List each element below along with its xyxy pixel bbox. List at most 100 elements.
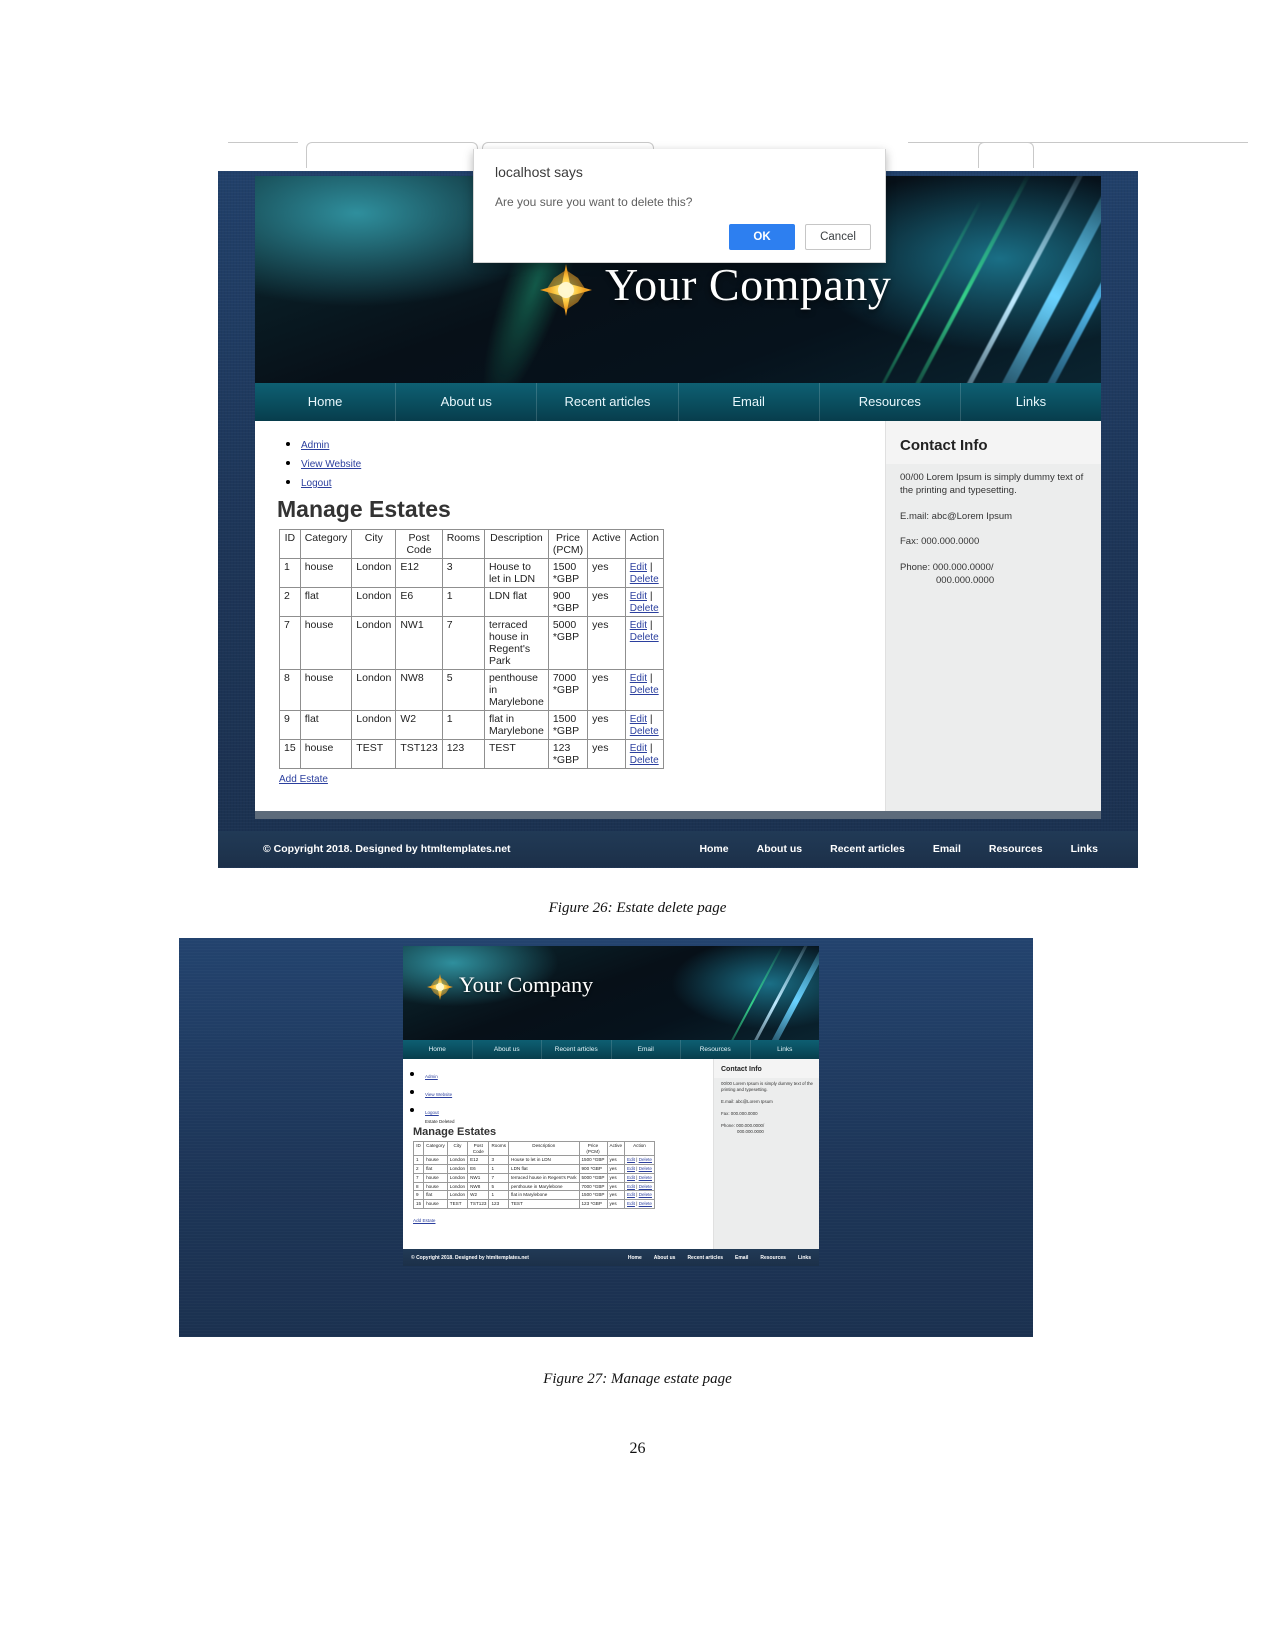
footer-link-resources[interactable]: Resources	[760, 1255, 786, 1261]
delete-link[interactable]: Delete	[630, 574, 659, 585]
nav-item-email[interactable]: Email	[679, 383, 820, 421]
nav-item-home[interactable]: Home	[255, 383, 397, 421]
delete-link[interactable]: Delete	[630, 632, 659, 643]
edit-link[interactable]: Edit	[630, 714, 647, 725]
browser-tab[interactable]	[306, 142, 478, 168]
main-column-small: Admin View Website Logout Estate Deleted…	[403, 1059, 713, 1249]
footer-links: Home About us Recent articles Email Reso…	[699, 843, 1098, 855]
cancel-button[interactable]: Cancel	[805, 224, 871, 250]
edit-link[interactable]: Edit	[627, 1192, 635, 1197]
edit-link[interactable]: Edit	[630, 743, 647, 754]
cell-rooms: 1	[488, 1164, 510, 1174]
edit-link[interactable]: Edit	[627, 1184, 635, 1189]
footer-link-recent-articles[interactable]: Recent articles	[830, 843, 905, 855]
footer-link-resources[interactable]: Resources	[989, 843, 1043, 855]
footer-link-about-us[interactable]: About us	[757, 843, 803, 855]
cell-post-code: W2	[395, 710, 443, 740]
cell-price: 1500 *GBP	[547, 710, 589, 740]
footer-link-email[interactable]: Email	[735, 1255, 748, 1261]
cell-action: Edit | Delete	[624, 739, 664, 769]
contact-info-sidebar: Contact Info 00/00 Lorem Ipsum is simply…	[885, 421, 1101, 811]
browser-tab[interactable]	[978, 142, 1034, 168]
edit-link[interactable]: Edit	[630, 620, 647, 631]
cell-category: house	[423, 1155, 448, 1166]
main-navigation: Home About us Recent articles Email Reso…	[255, 383, 1101, 421]
nav-item-resources[interactable]: Resources	[681, 1040, 751, 1059]
delete-link[interactable]: Delete	[630, 755, 659, 766]
footer-link-about-us[interactable]: About us	[654, 1255, 676, 1261]
cell-id: 7	[412, 1172, 425, 1183]
cell-rooms: 1	[441, 710, 485, 740]
delete-link[interactable]: Delete	[639, 1166, 652, 1171]
delete-link[interactable]: Delete	[639, 1175, 652, 1180]
edit-link[interactable]: Edit	[627, 1166, 635, 1171]
cell-action: Edit | Delete	[624, 558, 664, 588]
link-admin[interactable]: Admin	[425, 1074, 438, 1079]
ok-button[interactable]: OK	[729, 224, 795, 250]
nav-item-home[interactable]: Home	[403, 1040, 473, 1059]
figure-manage-estate-page: Your Company Home About us Recent articl…	[179, 938, 1033, 1337]
edit-link[interactable]: Edit	[630, 673, 647, 684]
cell-post-code: E6	[467, 1164, 490, 1174]
contact-phone: Phone: 000.000.0000/ 000.000.0000	[900, 562, 1089, 588]
table-header-row: ID Category City Post Code Rooms Descrip…	[279, 529, 664, 559]
delete-link[interactable]: Delete	[639, 1157, 652, 1162]
nav-item-about-us[interactable]: About us	[396, 383, 538, 421]
delete-link[interactable]: Delete	[639, 1201, 652, 1206]
cell-price: 1500 *GBP	[578, 1190, 608, 1201]
delete-link[interactable]: Delete	[630, 603, 659, 614]
nav-item-resources[interactable]: Resources	[820, 383, 961, 421]
nav-item-about-us[interactable]: About us	[473, 1040, 542, 1059]
cell-city: London	[351, 587, 397, 617]
cell-category: flat	[299, 587, 353, 617]
footer-link-links[interactable]: Links	[1071, 843, 1098, 855]
link-view-website[interactable]: View Website	[425, 1092, 452, 1097]
cell-city: London	[446, 1155, 469, 1166]
cell-category: flat	[423, 1190, 448, 1201]
delete-link[interactable]: Delete	[630, 726, 659, 737]
footer-link-home[interactable]: Home	[699, 843, 728, 855]
cell-rooms: 5	[488, 1181, 510, 1192]
delete-link[interactable]: Delete	[639, 1184, 652, 1189]
footer-link-recent-articles[interactable]: Recent articles	[687, 1255, 723, 1261]
estate-deleted-message: Estate Deleted	[425, 1119, 455, 1124]
add-estate-link[interactable]: Add Estate	[413, 1218, 435, 1223]
table-row: 9 flat London W2 1 flat in Marylebone 1500 *GB…	[279, 710, 664, 740]
table-row: 15 house TEST TST123 123 TEST 123 *GBP yes Edit …	[412, 1199, 655, 1209]
link-view-website[interactable]: View Website	[301, 459, 361, 470]
delete-link[interactable]: Delete	[639, 1192, 652, 1197]
edit-link[interactable]: Edit	[630, 591, 647, 602]
edit-link[interactable]: Edit	[627, 1175, 635, 1180]
nav-item-email[interactable]: Email	[612, 1040, 681, 1059]
cell-post-code: W2	[467, 1190, 490, 1201]
th-city: City	[446, 1140, 469, 1157]
nav-item-recent-articles[interactable]: Recent articles	[542, 1040, 612, 1059]
link-logout[interactable]: Logout	[425, 1110, 439, 1115]
cell-city: London	[351, 669, 397, 711]
cell-category: house	[423, 1181, 448, 1192]
cell-active: yes	[587, 616, 626, 670]
cell-description: penthouse in Marylebone	[483, 669, 549, 711]
figure-1-caption: Figure 26: Estate delete page	[548, 900, 727, 916]
cell-action: Edit | Delete	[624, 1172, 655, 1183]
cell-active: yes	[587, 669, 626, 711]
link-logout[interactable]: Logout	[301, 478, 332, 489]
nav-item-recent-articles[interactable]: Recent articles	[537, 383, 679, 421]
cell-rooms: 7	[488, 1172, 510, 1183]
nav-item-links[interactable]: Links	[751, 1040, 820, 1059]
banner-light-beam	[979, 176, 1101, 383]
add-estate-link[interactable]: Add Estate	[279, 774, 328, 785]
edit-link[interactable]: Edit	[627, 1157, 635, 1162]
footer-link-email[interactable]: Email	[933, 843, 961, 855]
nav-item-links[interactable]: Links	[961, 383, 1101, 421]
website-viewport: Your Company Home About us Recent articl…	[218, 171, 1138, 868]
banner-light-beam	[760, 946, 819, 1040]
edit-link[interactable]: Edit	[630, 562, 647, 573]
link-admin[interactable]: Admin	[301, 440, 329, 451]
edit-link[interactable]: Edit	[627, 1201, 635, 1206]
estates-table: ID Category City Post Code Rooms Descrip…	[279, 529, 664, 769]
footer-link-home[interactable]: Home	[628, 1255, 642, 1261]
delete-link[interactable]: Delete	[630, 685, 659, 696]
footer-link-links[interactable]: Links	[798, 1255, 811, 1261]
cell-id: 15	[279, 739, 301, 769]
